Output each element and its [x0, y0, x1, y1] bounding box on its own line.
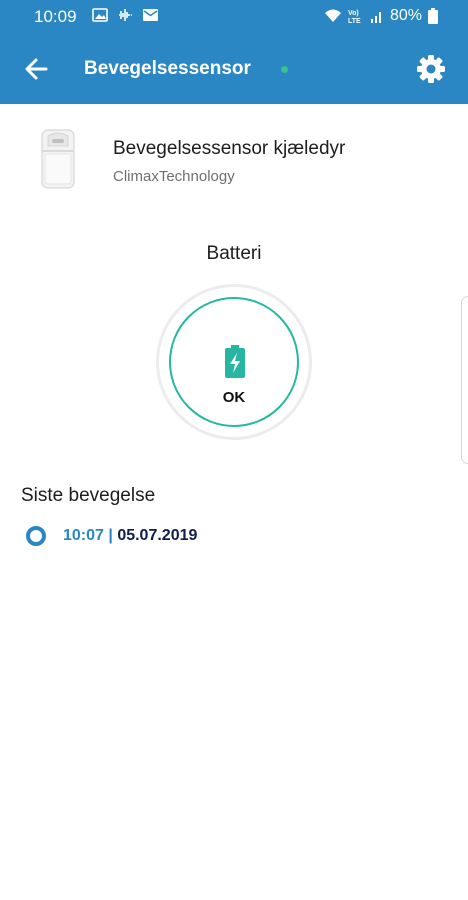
battery-status-circle: OK	[156, 284, 312, 440]
volte-icon: Vo) LTE	[348, 10, 361, 24]
status-bar: 10:09 Vo) LTE 80%	[0, 0, 468, 34]
last-motion-separator: |	[108, 527, 113, 544]
svg-text:LTE: LTE	[348, 18, 361, 24]
mail-icon	[143, 9, 158, 21]
device-name: Bevegelsessensor kjæledyr	[113, 138, 346, 159]
side-panel-handle[interactable]	[461, 296, 468, 464]
back-arrow-icon	[25, 58, 48, 80]
settings-gear-icon	[417, 55, 445, 83]
online-indicator	[281, 66, 288, 73]
timeline-dot-icon	[26, 526, 46, 546]
status-system-icons: Vo) LTE 80%	[324, 7, 438, 25]
device-manufacturer: ClimaxTechnology	[113, 168, 235, 185]
header: 10:09 Vo) LTE 80% Bevegelsessensor	[0, 0, 468, 104]
app-bar: Bevegelsessensor	[0, 34, 468, 104]
battery-percent: 80%	[389, 7, 422, 24]
signal-icon	[370, 12, 381, 23]
last-motion-entry: 10:07 | 05.07.2019	[63, 527, 197, 545]
battery-label: Batteri	[206, 243, 262, 264]
back-button[interactable]	[20, 54, 54, 84]
battery-icon	[428, 8, 438, 24]
settings-button[interactable]	[416, 54, 446, 84]
status-time: 10:09	[34, 7, 77, 26]
last-motion-time: 10:07	[63, 527, 104, 544]
image-icon	[92, 8, 108, 22]
battery-status-ring: OK	[169, 297, 299, 427]
motion-sensor-image	[41, 129, 75, 189]
svg-text:Vo): Vo)	[348, 10, 359, 17]
status-notification-icons	[92, 7, 159, 23]
voicemail-icon	[119, 9, 132, 21]
battery-charging-icon	[225, 345, 245, 378]
last-motion-title: Siste bevegelse	[21, 485, 156, 506]
battery-status-text: OK	[222, 389, 246, 406]
wifi-icon	[324, 9, 341, 22]
page-title: Bevegelsessensor	[84, 58, 251, 79]
last-motion-date: 05.07.2019	[117, 527, 198, 544]
